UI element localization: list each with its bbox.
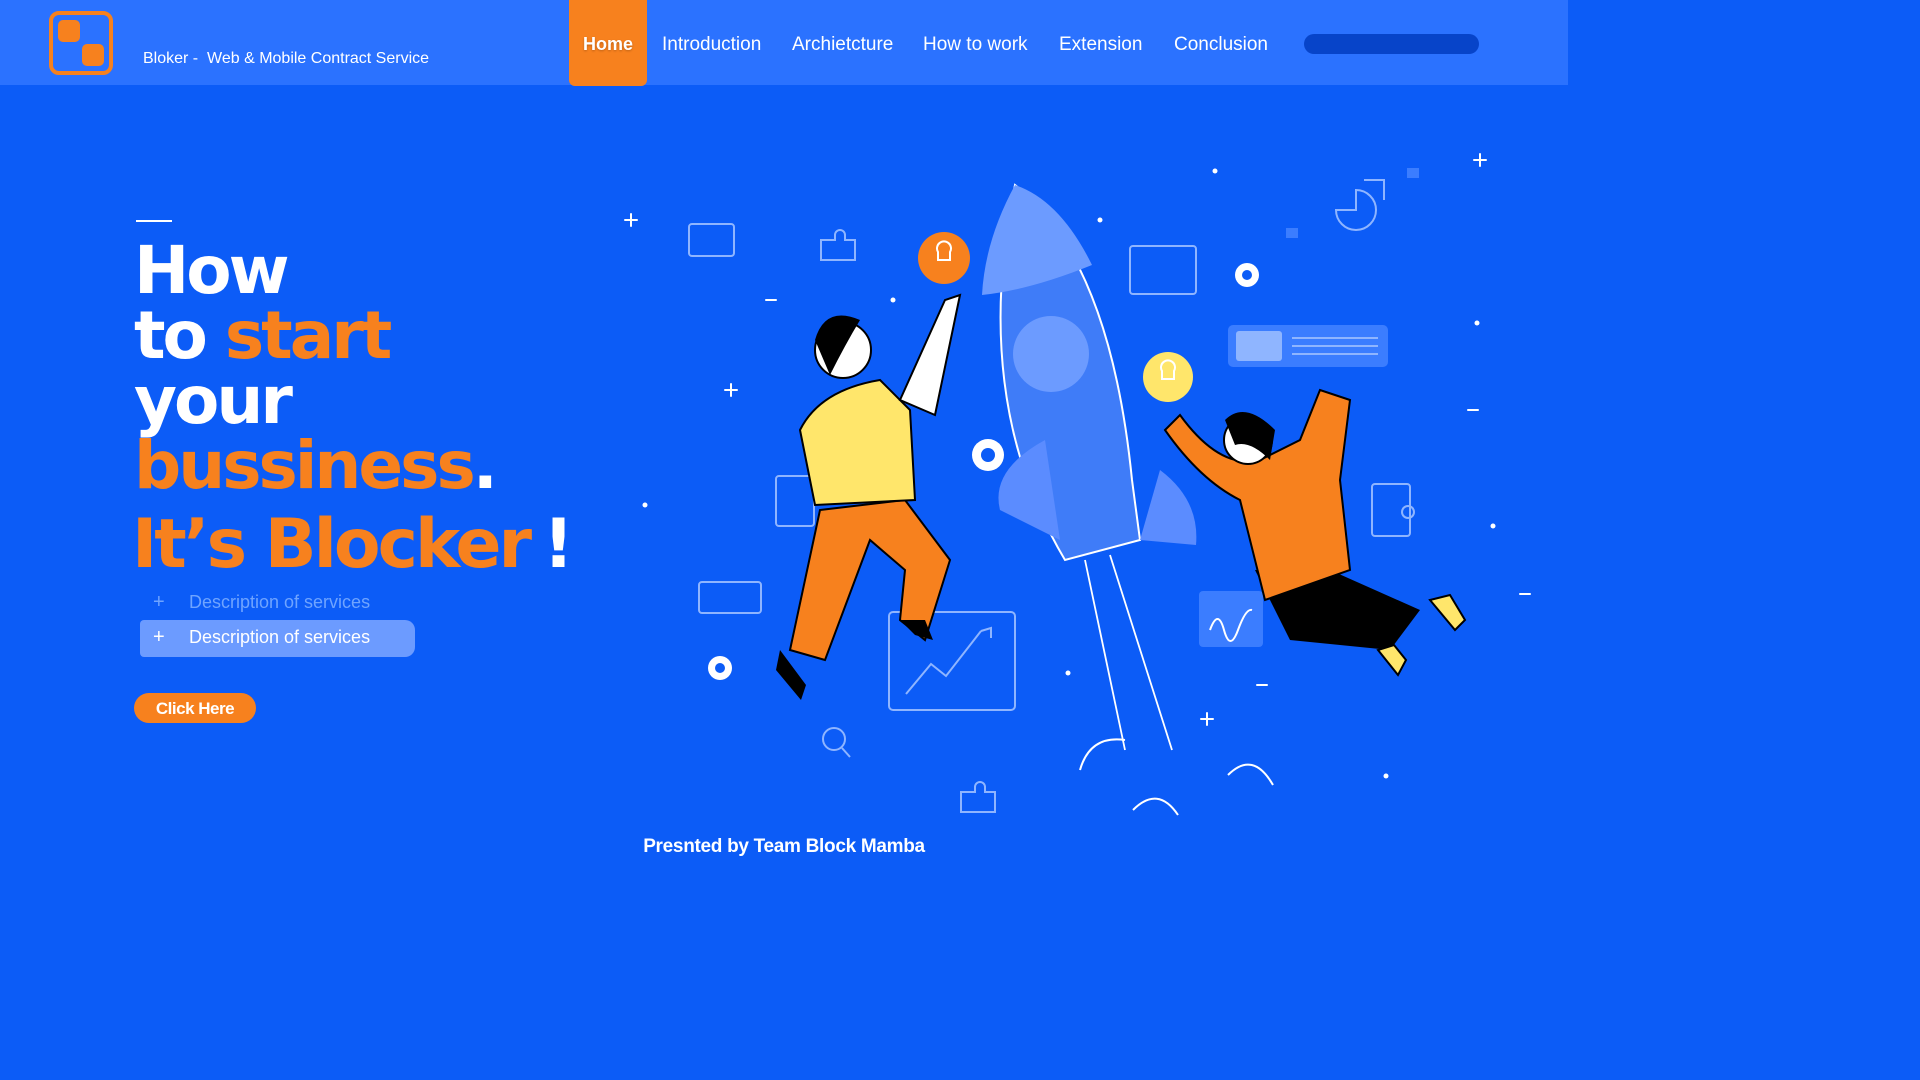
hero-period: . xyxy=(472,427,498,504)
nav-item-home[interactable]: Home xyxy=(569,0,647,86)
nav-item-extension[interactable]: Extension xyxy=(1059,34,1142,56)
nav-item-how-to-work[interactable]: How to work xyxy=(923,34,1028,56)
nav-item-introduction[interactable]: Introduction xyxy=(662,34,761,56)
hero-line-4: bussiness. xyxy=(134,433,498,499)
presenter-credit: Presnted by Team Block Mamba xyxy=(643,836,925,857)
hero-line-2: to start xyxy=(134,303,392,369)
hero-highlight-business: bussiness xyxy=(134,427,476,504)
hero-tagline: It’s Blocker! xyxy=(132,510,574,580)
logo-icon[interactable] xyxy=(49,11,113,75)
click-here-button[interactable]: Click Here xyxy=(134,693,256,723)
nav-item-architecture[interactable]: Archietcture xyxy=(792,34,893,56)
heading-dash xyxy=(136,220,172,222)
hero-line-1: How xyxy=(134,232,290,309)
rocket-teamwork-illustration xyxy=(624,153,1531,816)
plus-icon: + xyxy=(153,626,165,648)
tagline-exclamation: ! xyxy=(543,505,574,584)
service-description-item-active[interactable]: + Description of services xyxy=(140,620,415,657)
search-input[interactable] xyxy=(1304,34,1479,54)
tagline-text: It’s Blocker xyxy=(132,505,532,584)
service-description-item[interactable]: + Description of services xyxy=(153,591,370,614)
service-description-label: Description of services xyxy=(189,592,371,612)
plus-icon: + xyxy=(153,591,165,613)
hero-line-3: your xyxy=(134,362,293,439)
brand-title: Bloker - Web & Mobile Contract Service xyxy=(143,50,430,67)
nav-item-conclusion[interactable]: Conclusion xyxy=(1174,34,1268,56)
service-description-label: Description of services xyxy=(189,627,371,647)
navbar: Bloker - Web & Mobile Contract Service H… xyxy=(0,0,1568,86)
